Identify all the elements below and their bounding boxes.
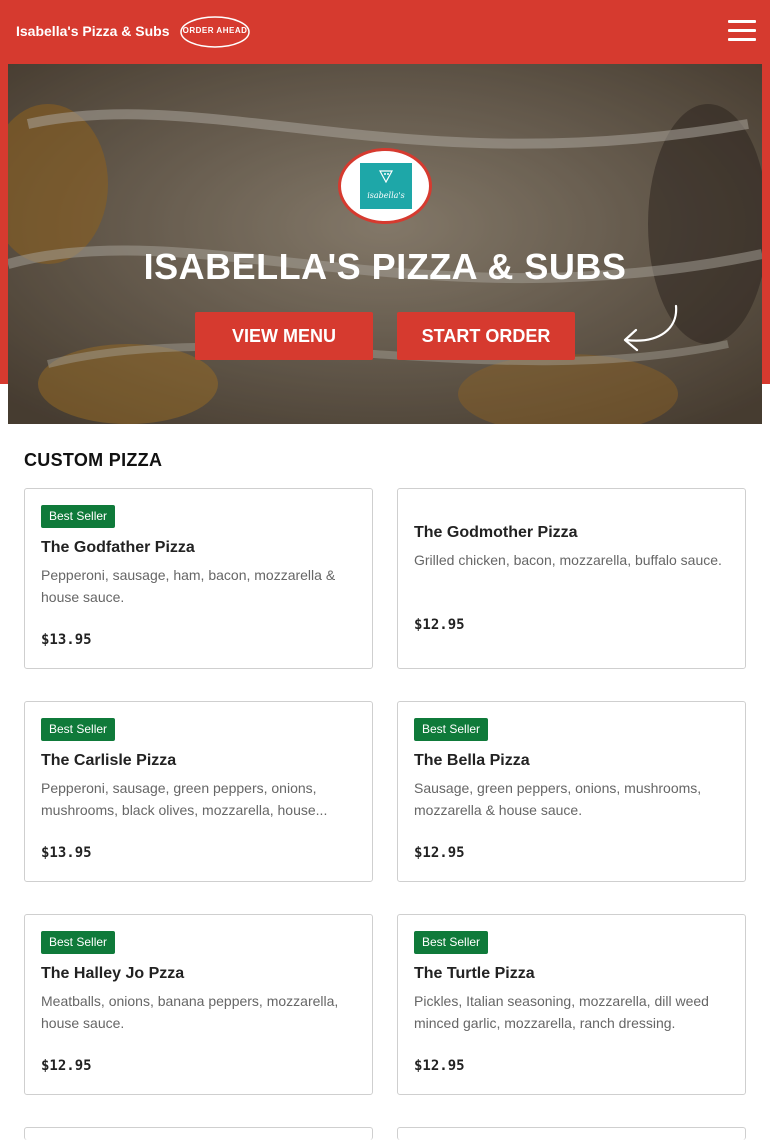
menu-item-card[interactable]: Best Seller The Bella Pizza Sausage, gre… [397,701,746,882]
menu-item-card[interactable]: Best Seller The Turtle Pizza Pickles, It… [397,914,746,1095]
item-price: $13.95 [41,632,92,648]
item-name: The Bella Pizza [414,752,530,769]
section-title: CUSTOM PIZZA [24,450,163,470]
menu-item-card[interactable]: Best Seller The Carlisle Pizza Pepperoni… [24,701,373,882]
menu-item-card[interactable]: Best Seller The Godfather Pizza Pepperon… [24,488,373,669]
start-order-button[interactable]: START ORDER [397,312,575,360]
hamburger-menu-icon[interactable] [728,20,756,44]
menu-item-card-partial[interactable] [24,1127,373,1140]
brand-name[interactable]: Isabella's Pizza & Subs [16,23,170,39]
item-price: $12.95 [414,1058,465,1074]
item-description: Pickles, Italian seasoning, mozzarella, … [414,993,709,1031]
top-nav-bar: Isabella's Pizza & Subs ORDER AHEAD [0,0,770,64]
logo-text: isabella's [367,191,405,200]
item-name: The Godfather Pizza [41,539,195,556]
item-price: $12.95 [41,1058,92,1074]
logo-badge: isabella's [360,163,412,209]
order-ahead-stamp[interactable]: ORDER AHEAD [180,16,250,48]
best-seller-badge: Best Seller [41,718,116,741]
curved-arrow-icon [623,304,678,352]
best-seller-badge: Best Seller [41,505,116,528]
pizza-background-image [8,64,762,424]
item-price: $13.95 [41,845,92,861]
hero-title: ISABELLA'S PIZZA & SUBS [143,246,627,287]
best-seller-badge: Best Seller [41,931,116,954]
item-price: $12.95 [414,617,465,633]
order-ahead-label: ORDER AHEAD [182,26,248,35]
pizza-slice-icon [379,170,393,183]
hero-banner: isabella's ISABELLA'S PIZZA & SUBS VIEW … [8,64,762,424]
item-name: The Turtle Pizza [414,965,535,982]
item-name: The Carlisle Pizza [41,752,177,769]
item-description: Pepperoni, sausage, ham, bacon, mozzarel… [41,567,336,605]
item-description: Meatballs, onions, banana peppers, mozza… [41,993,339,1031]
item-name: The Godmother Pizza [414,524,578,541]
view-menu-button[interactable]: VIEW MENU [195,312,373,360]
menu-item-card[interactable]: The Godmother Pizza Grilled chicken, bac… [397,488,746,669]
best-seller-badge: Best Seller [414,718,489,741]
menu-item-card-partial[interactable] [397,1127,746,1140]
item-name: The Halley Jo Pzza [41,965,185,982]
best-seller-badge: Best Seller [414,931,489,954]
item-description: Pepperoni, sausage, green peppers, onion… [41,780,328,818]
menu-item-card[interactable]: Best Seller The Halley Jo Pzza Meatballs… [24,914,373,1095]
restaurant-logo: isabella's [338,148,432,224]
item-description: Sausage, green peppers, onions, mushroom… [414,780,702,818]
item-description: Grilled chicken, bacon, mozzarella, buff… [414,552,722,568]
item-price: $12.95 [414,845,465,861]
